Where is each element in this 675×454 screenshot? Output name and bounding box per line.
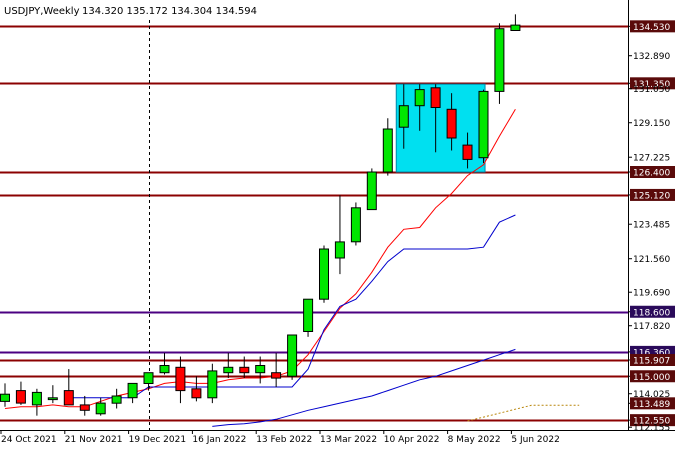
price-label-text: 125.120 [633,191,670,201]
price-label-text: 112.155 [633,424,670,434]
bull-candle-body [398,105,409,128]
date-label-text: 21 Nov 2021 [65,435,123,445]
date-label-text: 13 Feb 2022 [256,435,312,445]
candle-31 [494,23,505,104]
price-label-text: 123.485 [633,221,670,231]
bear-candle-body [271,372,282,379]
bull-candle-body [255,365,266,374]
price-label-3: 131.050 [628,85,670,95]
bull-candle-body [414,89,425,107]
price-label-15: 115.000 [628,370,675,383]
bull-candle-body [0,393,10,402]
price-label-text: 118.600 [633,308,670,318]
bull-candle-body [303,298,314,333]
price-axis: 134.530132.890131.350131.050129.150127.2… [628,20,675,434]
price-label-11: 118.600 [628,305,675,318]
bull-candle-body [223,366,234,374]
price-label-8: 123.485 [628,221,670,231]
bear-candle-body [15,390,26,404]
bull-candle-body [382,128,393,173]
candle-20 [319,245,329,303]
bear-candle-body [462,144,473,160]
price-label-17: 113.489 [628,397,675,410]
bull-candle-body [478,90,489,159]
bull-candle-body [207,370,218,399]
price-label-10: 119.690 [628,289,670,299]
price-label-9: 121.560 [628,255,670,265]
price-label-4: 129.150 [628,119,670,129]
bear-candle-body [175,366,186,392]
price-label-text: 119.690 [633,289,670,299]
date-label-text: 8 May 2022 [448,435,501,445]
price-label-text: 131.050 [633,85,670,95]
bull-candle-body [47,397,58,401]
bear-candle-body [430,87,441,109]
bear-candle-body [79,404,90,411]
bull-candle-body [350,207,361,243]
bull-candle-body [111,395,122,404]
price-label-text: 129.150 [633,119,670,129]
candle-19 [303,298,314,337]
price-chart[interactable]: 134.530132.890131.350131.050129.150127.2… [0,0,675,450]
price-label-5: 127.225 [628,154,670,164]
bear-candle-body [63,390,74,406]
bull-candle-body [159,365,170,374]
price-label-1: 132.890 [628,52,670,62]
candle-18 [287,334,298,380]
price-label-text: 117.820 [633,322,670,332]
bull-candle-body [319,248,329,300]
price-label-text: 113.489 [633,400,670,410]
price-label-12: 117.820 [628,322,670,332]
symbol-timeframe: USDJPY,Weekly [4,6,80,17]
date-label-text: 10 Apr 2022 [384,435,440,445]
bull-candle-body [287,334,298,377]
price-label-0: 134.530 [628,20,675,33]
bull-candle-body [95,402,106,415]
price-label-text: 132.890 [633,52,670,62]
price-label-7: 125.120 [628,188,675,201]
date-label-text: 16 Jan 2022 [192,435,246,445]
price-label-text: 121.560 [633,255,670,265]
ohlc-readout: 134.320 135.172 134.304 134.594 [82,6,257,17]
bull-candle-body [143,372,154,385]
bear-candle-body [239,366,250,374]
price-label-text: 126.400 [633,169,670,179]
chart-window: 134.530 132.890 131.350 131.050 129.150 127.2… [0,0,675,450]
candle-22 [350,202,361,246]
bear-candle-body [446,108,457,139]
price-label-19: 112.155 [628,424,670,434]
bull-candle-body [366,171,377,211]
bull-candle-body [510,24,521,32]
bull-candle-body [334,241,345,259]
chart-background [0,0,675,450]
price-label-text: 127.225 [633,154,670,164]
candle-23 [366,168,377,211]
date-label-text: 19 Dec 2021 [129,435,187,445]
price-label-14: 115.907 [628,353,675,366]
candle-30 [478,89,489,164]
bull-candle-body [31,391,42,406]
bull-candle-body [127,382,138,399]
date-label-text: 24 Oct 2021 [1,435,57,445]
date-label-text: 5 Jun 2022 [511,435,559,445]
date-label-text: 13 Mar 2022 [320,435,377,445]
price-label-6: 126.400 [628,166,675,179]
bear-candle-body [191,388,202,399]
price-label-text: 115.907 [633,356,670,366]
bull-candle-body [494,28,505,92]
price-label-text: 115.000 [633,373,670,383]
price-label-text: 134.530 [633,23,670,33]
